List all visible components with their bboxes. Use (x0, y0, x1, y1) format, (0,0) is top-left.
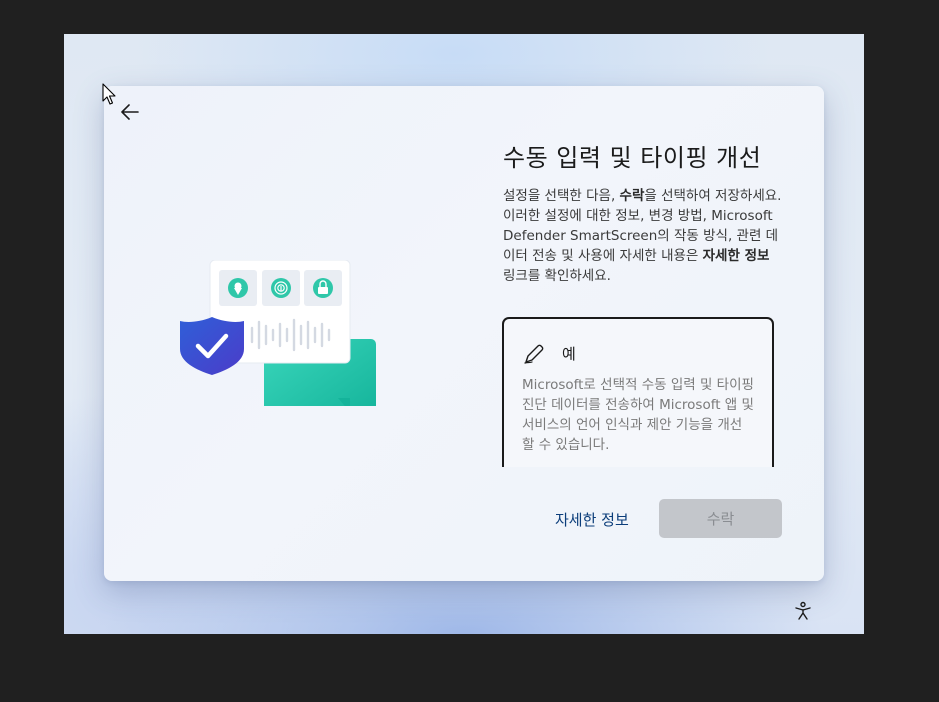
back-arrow-icon (121, 104, 139, 120)
option-yes[interactable]: 예 Microsoft로 선택적 수동 입력 및 타이핑 진단 데이터를 전송하… (504, 319, 772, 467)
options-list[interactable]: 예 Microsoft로 선택적 수동 입력 및 타이핑 진단 데이터를 전송하… (502, 317, 774, 467)
lock-icon (304, 270, 342, 306)
privacy-illustration (180, 260, 376, 406)
mouse-cursor-icon (102, 83, 116, 105)
description-text: 설정을 선택한 다음, (503, 188, 620, 204)
page-title: 수동 입력 및 타이핑 개선 (503, 144, 762, 172)
oobe-dialog: 수동 입력 및 타이핑 개선 설정을 선택한 다음, 수락을 선택하여 저장하세… (104, 86, 824, 581)
oobe-screen: 수동 입력 및 타이핑 개선 설정을 선택한 다음, 수락을 선택하여 저장하세… (64, 34, 864, 634)
location-pin-icon (219, 270, 257, 306)
option-description: Microsoft로 선택적 수동 입력 및 타이핑 진단 데이터를 전송하여 … (522, 377, 754, 453)
page-description: 설정을 선택한 다음, 수락을 선택하여 저장하세요. 이러한 설정에 대한 정… (503, 186, 785, 286)
fingerprint-icon (262, 270, 300, 306)
accessibility-icon[interactable] (794, 601, 812, 621)
learn-more-link[interactable]: 자세한 정보 (555, 509, 629, 530)
option-label: 예 (562, 345, 576, 363)
description-accept-word: 수락 (619, 188, 645, 204)
description-learn-more-word: 자세한 정보 (702, 248, 770, 264)
pen-icon (524, 344, 544, 364)
description-text: 링크를 확인하세요. (503, 268, 611, 284)
shield-check-icon (180, 317, 244, 375)
accept-button[interactable]: 수락 (659, 499, 782, 538)
back-button[interactable] (118, 100, 142, 124)
